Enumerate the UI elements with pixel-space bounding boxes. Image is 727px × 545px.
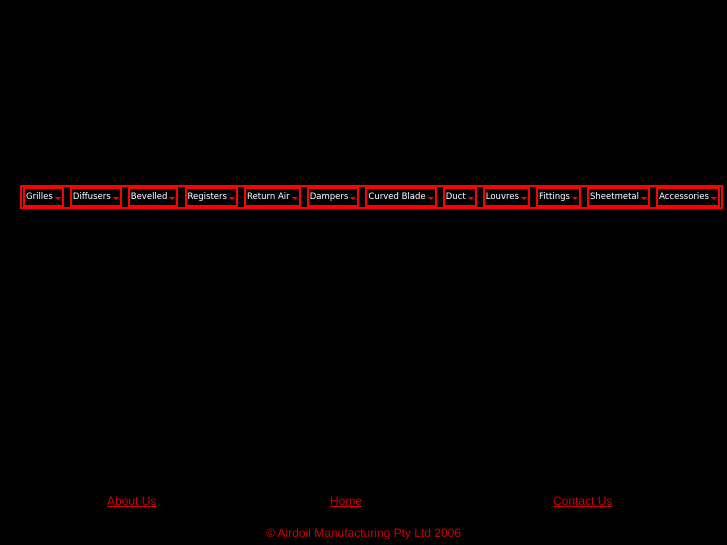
nav-item-registers[interactable]: Registers bbox=[184, 187, 238, 207]
nav-item-duct[interactable]: Duct bbox=[442, 187, 477, 207]
dropdown-arrow-icon bbox=[520, 196, 527, 200]
nav-item-label: Grilles bbox=[26, 192, 53, 202]
nav-item-sheetmetal[interactable]: Sheetmetal bbox=[587, 187, 650, 207]
nav-item-label: Curved Blade bbox=[368, 192, 426, 202]
nav-item-label: Registers bbox=[187, 192, 227, 202]
contact-us-link[interactable]: Contact Us bbox=[553, 494, 612, 508]
dropdown-arrow-icon bbox=[54, 196, 61, 200]
dropdown-arrow-icon bbox=[291, 196, 298, 200]
nav-item-curved-blade[interactable]: Curved Blade bbox=[365, 187, 437, 207]
dropdown-arrow-icon bbox=[710, 196, 717, 200]
dropdown-arrow-icon bbox=[112, 196, 119, 200]
nav-item-label: Diffusers bbox=[72, 192, 111, 202]
nav-item-dampers[interactable]: Dampers bbox=[306, 187, 360, 207]
nav-item-label: Sheetmetal bbox=[590, 192, 639, 202]
dropdown-arrow-icon bbox=[350, 196, 357, 200]
nav-item-label: Duct bbox=[445, 192, 466, 202]
main-nav: Grilles Diffusers Bevelled Registers Return … bbox=[20, 185, 723, 209]
dropdown-arrow-icon bbox=[571, 196, 578, 200]
nav-item-label: Louvres bbox=[485, 192, 519, 202]
copyright: © Airdoil Manufacturing Pty Ltd 2006 bbox=[266, 526, 461, 540]
nav-item-louvres[interactable]: Louvres bbox=[482, 187, 530, 207]
nav-item-label: Bevelled bbox=[130, 192, 168, 202]
dropdown-arrow-icon bbox=[427, 196, 434, 200]
nav-item-label: Dampers bbox=[309, 192, 349, 202]
nav-item-accessories[interactable]: Accessories bbox=[656, 187, 720, 207]
nav-item-return-air[interactable]: Return Air bbox=[244, 187, 301, 207]
about-us-link[interactable]: About Us bbox=[107, 494, 156, 508]
nav-item-fittings[interactable]: Fittings bbox=[536, 187, 581, 207]
dropdown-arrow-icon bbox=[641, 196, 647, 200]
nav-item-diffusers[interactable]: Diffusers bbox=[69, 187, 122, 207]
nav-item-label: Fittings bbox=[539, 192, 570, 202]
dropdown-arrow-icon bbox=[169, 196, 176, 200]
nav-item-label: Accessories bbox=[659, 192, 709, 202]
dropdown-arrow-icon bbox=[228, 196, 235, 200]
home-link[interactable]: Home bbox=[330, 494, 362, 508]
nav-item-grilles[interactable]: Grilles bbox=[23, 187, 64, 207]
dropdown-arrow-icon bbox=[467, 196, 474, 200]
nav-item-bevelled[interactable]: Bevelled bbox=[127, 187, 179, 207]
nav-item-label: Return Air bbox=[247, 192, 290, 202]
